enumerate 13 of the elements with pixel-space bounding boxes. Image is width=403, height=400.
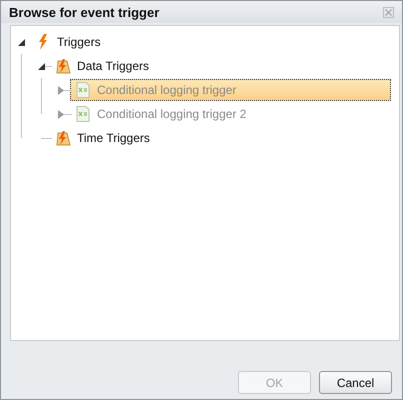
close-icon[interactable]	[383, 6, 394, 18]
lightning-icon	[38, 34, 48, 50]
lightning-folder-icon	[55, 130, 71, 146]
expanded-arrow-icon[interactable]	[38, 62, 44, 70]
document-icon	[76, 106, 90, 122]
cancel-button[interactable]: Cancel	[319, 371, 392, 394]
expanded-arrow-icon[interactable]	[18, 38, 24, 46]
tree-item[interactable]: Data Triggers	[50, 55, 154, 77]
window-title: Browse for event trigger	[9, 4, 160, 20]
tree-item[interactable]: Triggers	[30, 31, 106, 53]
tree-item[interactable]: Time Triggers	[50, 127, 155, 149]
lightning-folder-icon	[55, 58, 71, 74]
document-icon	[76, 82, 90, 98]
